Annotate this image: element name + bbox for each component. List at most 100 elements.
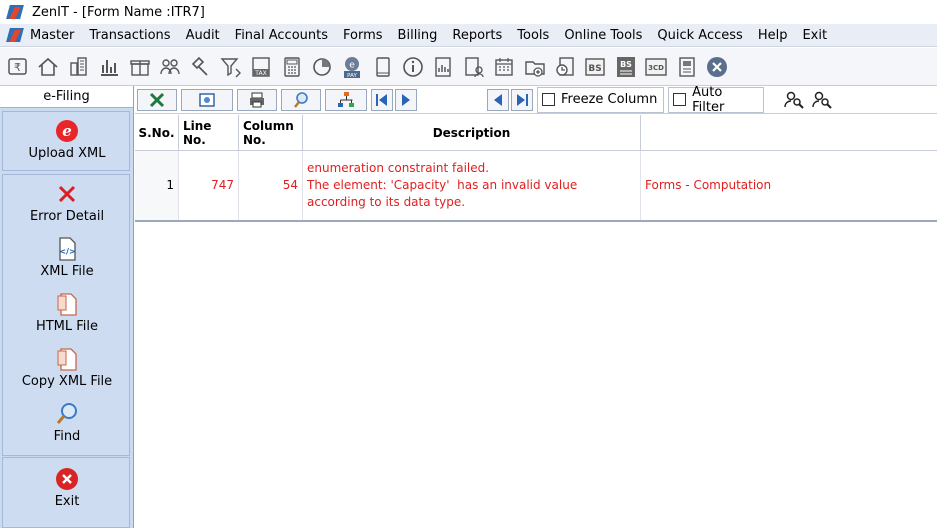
upload-xml-button[interactable]: e Upload XML <box>3 118 131 161</box>
menu-quick-access[interactable]: Quick Access <box>657 28 742 43</box>
menu-exit[interactable]: Exit <box>802 28 827 43</box>
info-icon[interactable] <box>400 53 426 81</box>
pie-chart-icon[interactable] <box>309 53 335 81</box>
hierarchy-icon <box>338 91 354 107</box>
copy-xml-file-button[interactable]: Copy XML File <box>3 346 131 389</box>
cell-column-no: 54 <box>239 151 303 220</box>
svg-text:</>: </> <box>59 247 75 256</box>
menu-master[interactable]: Master <box>30 28 74 43</box>
freeze-column-label: Freeze Column <box>561 92 658 107</box>
column-header-section[interactable] <box>641 115 937 150</box>
rupee-icon[interactable]: ₹ <box>5 53 31 81</box>
table-row[interactable]: 1 747 54 enumeration constraint failed. … <box>135 151 937 222</box>
hierarchy-button[interactable] <box>325 88 367 111</box>
previous-record-button[interactable] <box>487 88 509 111</box>
column-header-column-no[interactable]: Column No. <box>239 115 303 150</box>
copy-xml-file-label: Copy XML File <box>21 374 113 389</box>
balance-sheet-alt-icon[interactable]: BS <box>613 53 639 81</box>
close-icon[interactable] <box>704 53 730 81</box>
cell-description: enumeration constraint failed. The eleme… <box>303 151 641 220</box>
first-record-button[interactable] <box>371 88 393 111</box>
column-header-line-no[interactable]: Line No. <box>179 115 239 150</box>
error-grid: S.No. Line No. Column No. Description 1 … <box>135 115 937 222</box>
user-search-alt-button[interactable] <box>812 89 833 111</box>
svg-text:₹: ₹ <box>14 61 21 74</box>
freeze-column-toggle[interactable]: Freeze Column <box>537 86 665 113</box>
first-icon <box>376 93 387 106</box>
form-3cd-icon[interactable]: 3CD <box>643 53 669 81</box>
excel-icon <box>149 92 165 107</box>
html-file-button[interactable]: HTML File <box>3 291 131 334</box>
main-toolbar: ₹ TAX e PAY BS BS 3CD <box>0 48 937 86</box>
auto-filter-checkbox[interactable] <box>673 93 687 106</box>
efiling-sidebar: e-Filing e Upload XML Error Detail </> X… <box>0 86 134 528</box>
gavel-icon[interactable] <box>187 53 213 81</box>
building-icon[interactable] <box>66 53 92 81</box>
xml-file-button[interactable]: </> XML File <box>3 236 131 279</box>
user-search-button[interactable] <box>784 89 805 111</box>
freeze-column-checkbox[interactable] <box>542 93 555 106</box>
user-document-icon[interactable] <box>461 53 487 81</box>
svg-text:BS: BS <box>620 60 632 69</box>
users-icon[interactable] <box>157 53 183 81</box>
title-bar: ZenIT - [Form Name :ITR7] <box>0 0 937 24</box>
menu-audit[interactable]: Audit <box>186 28 220 43</box>
find-toolbar-button[interactable] <box>281 88 321 111</box>
menu-help[interactable]: Help <box>758 28 788 43</box>
print-button[interactable] <box>237 88 277 111</box>
next-record-button[interactable] <box>395 88 417 111</box>
description-line-3: according to its data type. <box>307 195 466 209</box>
window-title: ZenIT - [Form Name :ITR7] <box>32 4 205 20</box>
menu-app-icon[interactable] <box>6 28 24 42</box>
error-detail-label: Error Detail <box>29 209 105 224</box>
balance-sheet-icon[interactable]: BS <box>582 53 608 81</box>
sidebar-section-files: Error Detail </> XML File HTML File Copy… <box>2 174 130 456</box>
last-record-button[interactable] <box>511 88 533 111</box>
cell-line-no: 747 <box>179 151 239 220</box>
export-excel-button[interactable] <box>137 88 177 111</box>
description-line-1: enumeration constraint failed. <box>307 161 490 175</box>
menu-online-tools[interactable]: Online Tools <box>564 28 642 43</box>
menu-billing[interactable]: Billing <box>398 28 438 43</box>
menu-tools[interactable]: Tools <box>517 28 549 43</box>
calendar-icon[interactable] <box>491 53 517 81</box>
sidebar-section-upload: e Upload XML <box>2 111 130 171</box>
form-icon[interactable] <box>674 53 700 81</box>
exit-button[interactable]: Exit <box>3 466 131 509</box>
epay-icon[interactable]: e PAY <box>339 53 365 81</box>
menu-bar: Master Transactions Audit Final Accounts… <box>0 24 937 47</box>
home-icon[interactable] <box>35 53 61 81</box>
column-header-sno[interactable]: S.No. <box>135 115 179 150</box>
web-page-icon <box>199 92 215 107</box>
user-search-icon <box>784 91 805 109</box>
bar-chart-icon[interactable] <box>96 53 122 81</box>
next-icon <box>402 93 410 106</box>
filter-icon[interactable] <box>218 53 244 81</box>
svg-text:BS: BS <box>589 64 602 74</box>
book-icon[interactable] <box>370 53 396 81</box>
error-detail-button[interactable]: Error Detail <box>3 181 131 224</box>
auto-filter-toggle[interactable]: Auto Filter <box>668 85 765 115</box>
exit-icon <box>56 468 78 490</box>
tax-icon[interactable]: TAX <box>248 53 274 81</box>
column-header-description[interactable]: Description <box>303 115 641 150</box>
refresh-document-icon[interactable] <box>552 53 578 81</box>
find-button[interactable]: Find <box>3 401 131 444</box>
xml-file-label: XML File <box>40 264 94 279</box>
svg-text:e: e <box>350 60 356 70</box>
folder-add-icon[interactable] <box>522 53 548 81</box>
menu-reports[interactable]: Reports <box>452 28 502 43</box>
cell-sno: 1 <box>135 151 179 220</box>
search-icon <box>294 91 308 108</box>
calculator-icon[interactable] <box>279 53 305 81</box>
exit-label: Exit <box>54 494 80 509</box>
menu-forms[interactable]: Forms <box>343 28 383 43</box>
report-icon[interactable] <box>430 53 456 81</box>
gift-icon[interactable] <box>127 53 153 81</box>
html-file-icon <box>57 293 77 316</box>
menu-transactions[interactable]: Transactions <box>89 28 170 43</box>
xml-file-icon: </> <box>59 237 76 261</box>
export-web-button[interactable] <box>181 88 233 111</box>
menu-final-accounts[interactable]: Final Accounts <box>235 28 328 43</box>
last-icon <box>517 93 528 106</box>
